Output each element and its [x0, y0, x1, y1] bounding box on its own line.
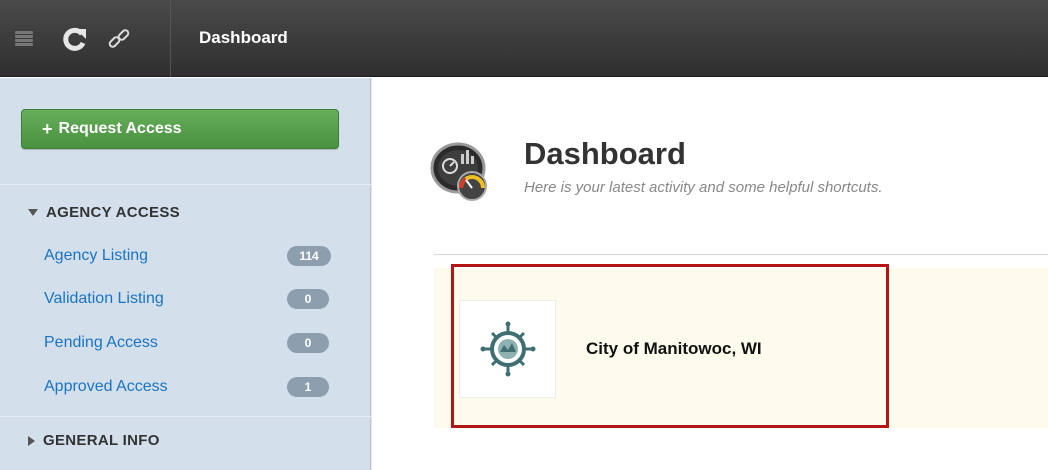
- section-title: AGENCY ACCESS: [46, 204, 180, 221]
- caret-right-icon: [28, 435, 35, 446]
- sidebar-item-agency-listing[interactable]: Agency Listing 114: [44, 244, 344, 268]
- count-badge: 1: [287, 377, 329, 397]
- count-badge: 0: [287, 333, 329, 353]
- menu-icon[interactable]: [12, 0, 36, 77]
- sidebar-item-pending-access[interactable]: Pending Access 0: [44, 331, 344, 355]
- plus-icon: +: [42, 118, 53, 139]
- agency-name-link[interactable]: City of Manitowoc, WI: [586, 339, 762, 359]
- sidebar-item-label: Approved Access: [44, 378, 168, 395]
- caret-down-icon: [28, 209, 38, 216]
- sidebar-item-label: Agency Listing: [44, 247, 149, 264]
- dashboard-gauge-icon: [430, 138, 498, 202]
- sidebar-item-label: Pending Access: [44, 334, 158, 351]
- dashboard-heading: Dashboard: [524, 136, 686, 171]
- dashboard-subtitle: Here is your latest activity and some he…: [524, 179, 883, 196]
- count-badge: 114: [287, 246, 331, 266]
- sidebar-item-approved-access[interactable]: Approved Access 1: [44, 375, 344, 399]
- section-general-info[interactable]: GENERAL INFO: [28, 432, 160, 449]
- page-title: Dashboard: [199, 28, 288, 47]
- section-title: GENERAL INFO: [43, 432, 160, 449]
- sidebar-divider: [0, 184, 371, 185]
- sidebar-item-label: Validation Listing: [44, 290, 164, 307]
- refresh-icon[interactable]: [60, 0, 90, 77]
- sidebar-item-validation-listing[interactable]: Validation Listing 0: [44, 287, 344, 311]
- toolbar-divider: [170, 0, 171, 77]
- link-icon[interactable]: [104, 0, 134, 77]
- request-access-label: Request Access: [58, 120, 182, 137]
- top-bar: Dashboard: [0, 0, 1048, 77]
- city-of-manitowoc-seal[interactable]: [459, 300, 556, 398]
- count-badge: 0: [287, 289, 329, 309]
- sidebar-divider: [0, 416, 371, 417]
- request-access-button[interactable]: + Request Access: [21, 109, 339, 149]
- sidebar-edge: [371, 78, 372, 470]
- section-agency-access[interactable]: AGENCY ACCESS: [28, 204, 180, 221]
- content-divider: [434, 254, 1048, 255]
